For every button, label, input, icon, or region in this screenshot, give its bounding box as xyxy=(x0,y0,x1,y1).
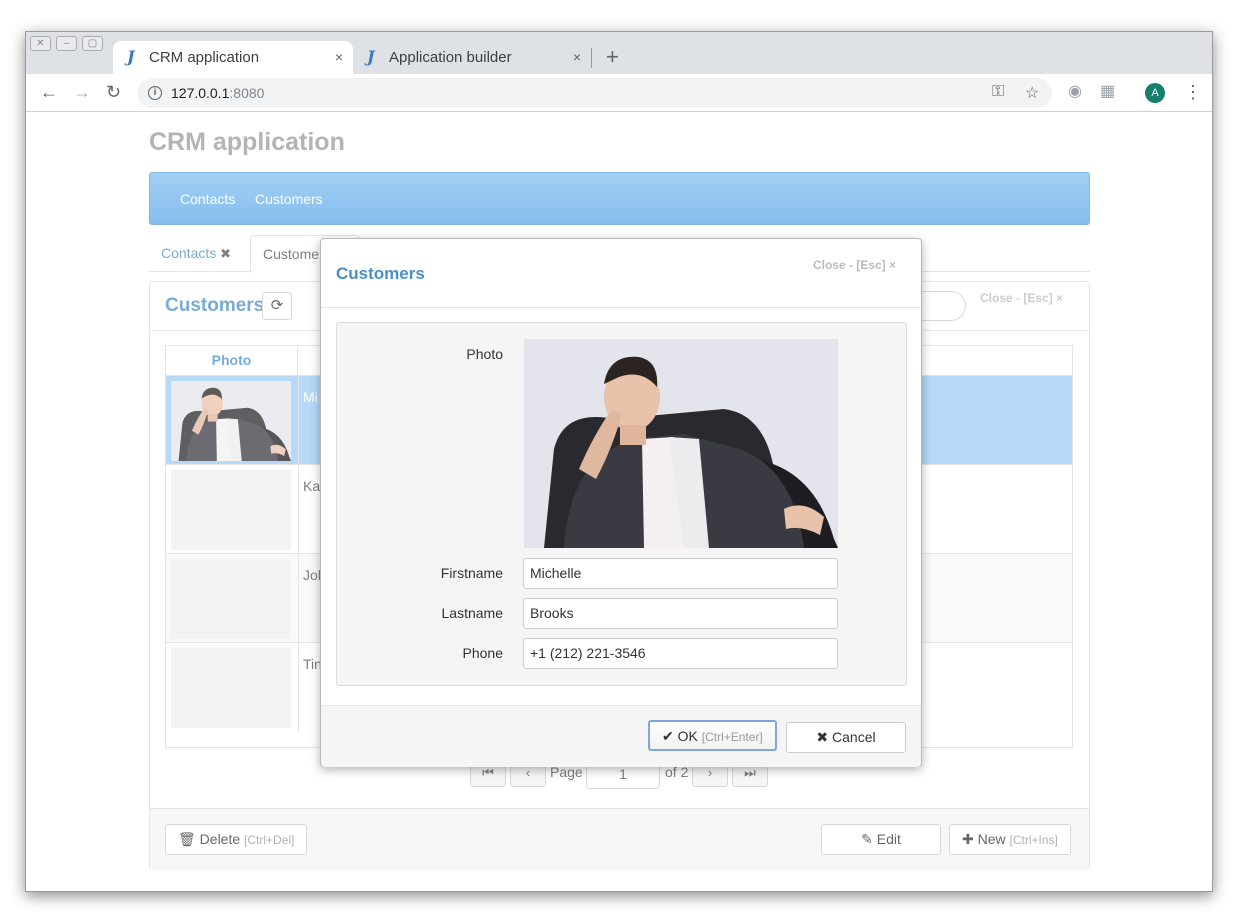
phone-label: Phone xyxy=(462,645,503,661)
dialog-footer: ✔ OK [Ctrl+Enter] ✖ Cancel xyxy=(321,705,921,767)
app-favicon-icon: J xyxy=(127,47,135,66)
phone-field[interactable]: +1 (212) 221-3546 xyxy=(523,638,838,669)
avatar[interactable]: A xyxy=(1145,83,1165,103)
browser-tab-crm[interactable]: J CRM application × xyxy=(113,41,353,74)
new-tab-button[interactable]: + xyxy=(606,45,619,69)
info-icon[interactable]: i xyxy=(148,86,162,100)
firstname-label: Firstname xyxy=(440,565,503,581)
page-content: CRM application Contacts Customers Conta… xyxy=(26,113,1212,891)
back-arrow-icon[interactable]: ← xyxy=(40,82,58,102)
check-icon: ✔ xyxy=(662,728,674,744)
times-icon: ✖ xyxy=(816,729,829,745)
dialog-header: Customers Close - [Esc] × xyxy=(321,239,921,308)
window-maximize-icon[interactable]: ▢ xyxy=(82,36,103,51)
browser-toolbar: ← → ↻ i 127.0.0.1:8080 ⚿ ☆ ◉ ▦ A ⋮ xyxy=(26,74,1212,112)
url-text: 127.0.0.1:8080 xyxy=(171,85,265,101)
lastname-field[interactable]: Brooks xyxy=(523,598,838,629)
window-close-icon[interactable]: ✕ xyxy=(30,36,51,51)
browser-tab-title: Application builder xyxy=(389,49,512,66)
browser-tab-builder[interactable]: J Application builder × xyxy=(353,41,591,74)
ok-button[interactable]: ✔ OK [Ctrl+Enter] xyxy=(648,720,777,751)
kebab-menu-icon[interactable]: ⋮ xyxy=(1184,82,1202,102)
browser-tabstrip: ✕ – ▢ J CRM application × J Application … xyxy=(26,32,1212,74)
address-bar[interactable]: i 127.0.0.1:8080 ⚿ ☆ xyxy=(137,78,1052,108)
globe-icon[interactable]: ◉ xyxy=(1068,83,1082,101)
reload-icon[interactable]: ↻ xyxy=(106,82,121,102)
browser-window: ✕ – ▢ J CRM application × J Application … xyxy=(25,31,1213,892)
dialog-close-button[interactable]: Close - [Esc] × xyxy=(813,258,896,272)
star-icon[interactable]: ☆ xyxy=(1025,83,1039,103)
window-minimize-icon[interactable]: – xyxy=(56,36,77,51)
key-icon[interactable]: ⚿ xyxy=(992,83,1004,101)
tab-separator xyxy=(591,48,592,68)
cancel-button[interactable]: ✖ Cancel xyxy=(786,722,906,753)
firstname-field[interactable]: Michelle xyxy=(523,558,838,589)
customer-photo[interactable] xyxy=(524,339,838,548)
forward-arrow-icon[interactable]: → xyxy=(73,82,91,102)
tab-close-icon[interactable]: × xyxy=(335,49,343,65)
customer-form: Photo Firstname Michelle Lastname Brooks… xyxy=(336,322,907,686)
photo-label: Photo xyxy=(466,346,503,362)
dialog-title: Customers xyxy=(336,264,425,283)
customer-edit-dialog: Customers Close - [Esc] × Photo Firstnam… xyxy=(320,238,922,767)
tab-close-icon[interactable]: × xyxy=(573,49,581,65)
lastname-label: Lastname xyxy=(441,605,503,621)
app-favicon-icon: J xyxy=(367,47,375,66)
extensions-icon[interactable]: ▦ xyxy=(1100,83,1115,101)
browser-tab-title: CRM application xyxy=(149,49,260,66)
